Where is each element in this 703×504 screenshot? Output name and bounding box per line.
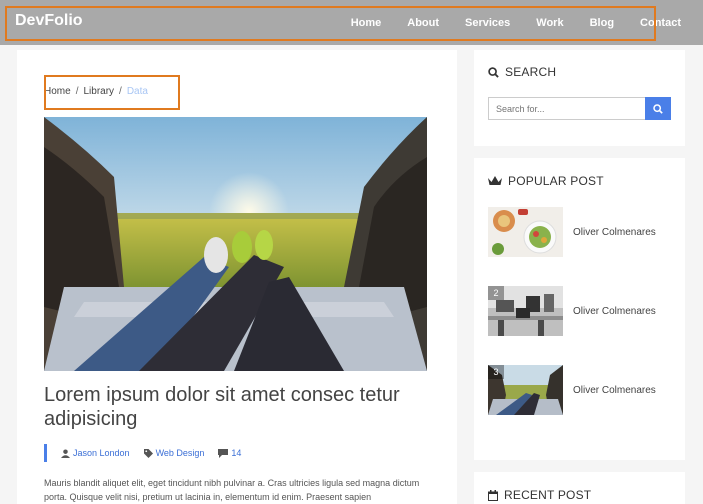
popular-post-widget: POPULAR POST Oliver Colmenares 2 Oliver … (474, 158, 685, 460)
popular-post-item[interactable]: 3 Oliver Colmenares (488, 365, 678, 415)
crown-icon (488, 176, 502, 185)
post-author[interactable]: Jason London (61, 448, 130, 458)
search-button[interactable] (645, 97, 671, 120)
popular-post-thumbnail[interactable]: 3 (488, 365, 563, 415)
tag-icon (143, 448, 153, 458)
post-comments-count: 14 (231, 448, 242, 458)
user-icon (61, 448, 70, 458)
popular-post-item[interactable]: Oliver Colmenares (488, 207, 678, 257)
post-meta: Jason London Web Design 14 (44, 444, 241, 462)
popular-post-name[interactable]: Oliver Colmenares (573, 385, 656, 396)
search-icon (488, 66, 499, 78)
search-icon (653, 103, 663, 114)
popular-widget-heading: POPULAR POST (508, 174, 604, 188)
recent-widget-title: RECENT POST (488, 488, 591, 502)
popular-post-rank: 2 (488, 286, 504, 300)
comment-icon (218, 448, 229, 458)
popular-post-name[interactable]: Oliver Colmenares (573, 227, 656, 238)
popular-post-rank: 3 (488, 365, 504, 379)
popular-widget-title: POPULAR POST (488, 174, 604, 188)
post-category-name: Web Design (155, 448, 205, 458)
recent-widget-heading: RECENT POST (504, 488, 592, 502)
recent-post-widget: RECENT POST (474, 472, 685, 504)
post-category[interactable]: Web Design (143, 448, 205, 458)
popular-post-thumbnail[interactable]: 2 (488, 286, 563, 336)
navbar-highlight-box (5, 6, 656, 41)
post-hero-image (44, 117, 427, 371)
breadcrumb-highlight-box (44, 75, 180, 110)
calendar-icon (488, 489, 498, 501)
post-comments[interactable]: 14 (218, 448, 241, 458)
search-input[interactable] (488, 97, 645, 120)
search-widget-heading: SEARCH (505, 65, 557, 79)
popular-post-thumbnail[interactable] (488, 207, 563, 257)
search-widget-title: SEARCH (488, 65, 556, 79)
popular-post-item[interactable]: 2 Oliver Colmenares (488, 286, 678, 336)
post-title[interactable]: Lorem ipsum dolor sit amet consec tetur … (44, 383, 434, 431)
post-excerpt: Mauris blandit aliquet elit, eget tincid… (44, 478, 420, 502)
search-form (488, 97, 671, 120)
search-widget: SEARCH (474, 50, 685, 146)
popular-post-name[interactable]: Oliver Colmenares (573, 306, 656, 317)
post-author-name: Jason London (73, 448, 130, 458)
